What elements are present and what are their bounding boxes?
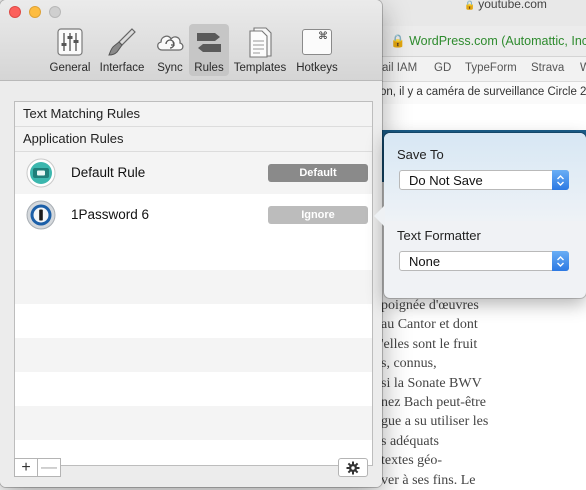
section-text-matching[interactable]: Text Matching Rules (15, 102, 372, 127)
cloud-sync-icon (152, 26, 188, 58)
command-key-icon: ⌘ (299, 26, 335, 58)
remove-rule-button[interactable]: — (37, 458, 61, 477)
tab-sync-label: Sync (157, 62, 183, 74)
secure-lock-icon: 🔒 (390, 34, 406, 48)
text-formatter-value: None (409, 254, 441, 269)
bookmark-item[interactable]: ail IAM (382, 62, 417, 74)
empty-row (15, 338, 372, 372)
secure-site-text: WordPress.com (Automattic, Inc. (409, 34, 586, 48)
bookmark-item[interactable]: GD (434, 62, 451, 74)
list-controls: + — (14, 458, 371, 478)
sliders-icon (52, 26, 88, 58)
article-line: s, connus, (381, 356, 437, 372)
brush-icon (104, 26, 140, 58)
tab-general-label: General (49, 62, 91, 74)
tab-sync[interactable]: Sync (152, 24, 188, 76)
rules-pane: Text Matching Rules Application Rules De… (0, 81, 382, 487)
text-formatter-select[interactable]: None (399, 251, 569, 271)
tab-hotkeys[interactable]: ⌘ Hotkeys (293, 24, 341, 76)
zoom-button[interactable] (49, 6, 61, 18)
article-headline[interactable]: on, il y a caméra de surveillance Circle… (380, 86, 586, 98)
tab-general[interactable]: General (48, 24, 92, 76)
minimize-button[interactable] (29, 6, 41, 18)
article-line: 'elles sont le fruit (381, 336, 478, 352)
default-badge[interactable]: Default (268, 164, 368, 182)
rule-row-1password[interactable]: 1Password 6 Ignore (15, 194, 372, 236)
command-symbol: ⌘ (318, 31, 328, 42)
save-to-label: Save To (397, 147, 444, 162)
article-line: textes géo- (381, 453, 443, 469)
templates-icon (242, 26, 278, 58)
article-line: s adéquats (381, 433, 439, 449)
tab-interface-label: Interface (99, 62, 145, 74)
rule-name: Default Rule (71, 165, 146, 180)
article-line: si la Sonate BWV (381, 375, 482, 391)
article-line: poignée d'œuvres (381, 298, 479, 313)
bookmark-item[interactable]: TypeForm (465, 62, 517, 74)
tab-templates[interactable]: Templates (232, 24, 288, 76)
tab-hotkeys-label: Hotkeys (296, 62, 338, 74)
section-application[interactable]: Application Rules (15, 127, 372, 152)
tab-rules[interactable]: Rules (189, 24, 229, 76)
bookmark-item[interactable]: W (580, 62, 586, 74)
default-rule-icon (26, 158, 56, 188)
empty-row (15, 270, 372, 304)
save-to-value: Do Not Save (409, 173, 483, 188)
section-application-label: Application Rules (23, 131, 124, 146)
close-button[interactable] (9, 6, 21, 18)
tab-templates-label: Templates (233, 62, 287, 74)
1password-icon (26, 200, 56, 230)
settings-button[interactable] (338, 458, 368, 477)
rule-row-default[interactable]: Default Rule Default (15, 152, 372, 194)
tab-interface[interactable]: Interface (96, 24, 148, 76)
chevron-updown-icon (552, 251, 569, 271)
article-line: au Cantor et dont (381, 317, 478, 333)
save-to-select[interactable]: Do Not Save (399, 170, 569, 190)
rule-name: 1Password 6 (71, 207, 150, 222)
window-toolbar: General Interface Sync Rules Templates ⌘… (0, 0, 382, 81)
popover-arrow (374, 205, 385, 227)
article-line: gue a su utiliser les (381, 414, 489, 430)
rules-icon (191, 26, 227, 58)
article-text: poignée d'œuvres au Cantor et dont 'elle… (381, 296, 488, 490)
ignore-badge[interactable]: Ignore (268, 206, 368, 224)
lock-icon: 🔒 (464, 0, 476, 10)
section-text-matching-label: Text Matching Rules (23, 106, 141, 121)
article-line: nez Bach peut-être (381, 395, 486, 411)
rule-settings-popover: Save To Do Not Save Text Formatter None (374, 133, 586, 298)
rules-list: Text Matching Rules Application Rules De… (14, 101, 373, 466)
preferences-window: General Interface Sync Rules Templates ⌘… (0, 0, 382, 487)
empty-row (15, 406, 372, 440)
chevron-updown-icon (552, 170, 569, 190)
bookmark-item[interactable]: Strava (531, 62, 564, 74)
browser-url[interactable]: 🔒 youtube.com (464, 0, 547, 11)
article-line: ver à ses fins. Le (381, 472, 476, 488)
text-formatter-label: Text Formatter (397, 228, 481, 243)
browser-url-text: youtube.com (478, 0, 547, 11)
secure-site-label[interactable]: 🔒 WordPress.com (Automattic, Inc. (390, 34, 586, 49)
gear-icon (346, 461, 360, 474)
add-rule-button[interactable]: + (14, 458, 38, 477)
tab-rules-label: Rules (194, 62, 224, 74)
